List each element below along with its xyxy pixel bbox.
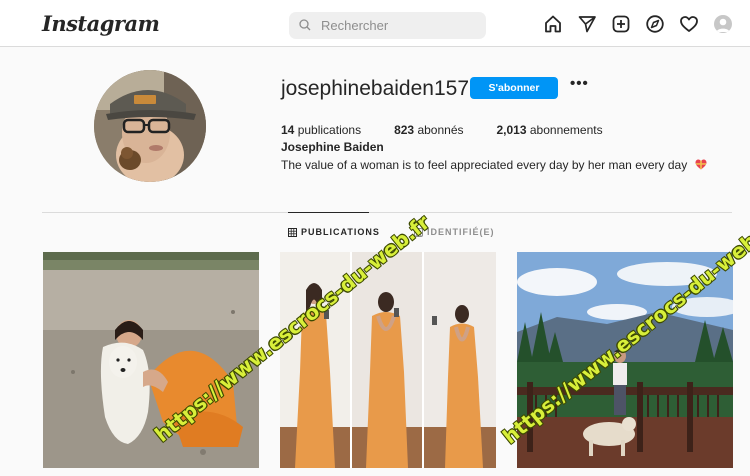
more-options-button[interactable]: ••• [570,76,588,95]
top-navigation-bar: Instagram [0,0,750,47]
new-post-icon[interactable] [611,14,631,34]
profile-full-name: Josephine Baiden [281,140,384,154]
search-box[interactable] [289,12,486,39]
following-label: abonnements [529,123,603,137]
followers-stat[interactable]: 823 abonnés [394,123,463,137]
followers-label: abonnés [417,123,464,137]
post-thumbnail[interactable] [280,252,496,468]
profile-stats: 14 publications 823 abonnés 2,013 abonne… [281,123,636,137]
bio-text: The value of a woman is to feel apprecia… [281,158,688,172]
home-icon[interactable] [543,14,563,34]
tab-publications-label: PUBLICATIONS [301,227,380,237]
post-thumbnail[interactable] [43,252,259,468]
active-tab-indicator [288,212,369,213]
posts-label: publications [297,123,362,137]
following-count: 2,013 [496,123,527,137]
activity-heart-icon[interactable] [679,14,699,34]
tab-tagged[interactable]: IDENTIFIÉ(E) [414,227,495,237]
profile-bio: The value of a woman is to feel apprecia… [281,158,707,172]
profile-picture [94,70,206,182]
tab-tagged-label: IDENTIFIÉ(E) [427,227,495,237]
tabs-divider [42,212,732,213]
instagram-logo[interactable]: Instagram [42,11,160,36]
search-icon [299,19,311,31]
search-input[interactable] [321,16,471,35]
following-stat[interactable]: 2,013 abonnements [497,123,603,137]
profile-avatar[interactable] [714,15,732,33]
post-thumbnail[interactable] [517,252,733,468]
heart-gift-emoji [695,159,707,170]
posts-stat: 14 publications [281,123,361,137]
grid-icon [288,227,297,237]
direct-messages-icon[interactable] [577,14,597,34]
tagged-icon [414,227,423,237]
profile-username: josephinebaiden157 [281,77,470,100]
follow-button[interactable]: S'abonner [470,77,558,99]
followers-count: 823 [394,123,415,137]
posts-count: 14 [281,123,295,137]
explore-icon[interactable] [645,14,665,34]
tab-publications[interactable]: PUBLICATIONS [288,227,380,237]
